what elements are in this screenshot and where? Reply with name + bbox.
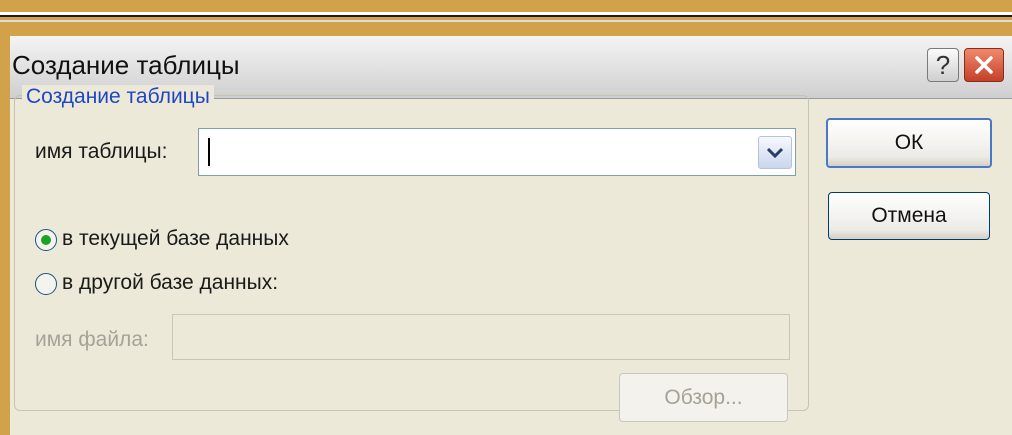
- file-name-label: имя файла:: [35, 328, 149, 351]
- radio-other-database[interactable]: [35, 273, 57, 295]
- table-name-label: имя таблицы:: [35, 140, 168, 163]
- close-icon: [975, 56, 993, 74]
- radio-other-database-label[interactable]: в другой базе данных:: [62, 271, 278, 295]
- cancel-button[interactable]: Отмена: [828, 192, 990, 240]
- browse-button[interactable]: Обзор...: [619, 373, 788, 422]
- file-name-input[interactable]: [172, 314, 790, 360]
- cancel-button-label: Отмена: [871, 204, 947, 227]
- radio-selected-dot: [41, 235, 51, 245]
- help-button[interactable]: ?: [927, 48, 959, 82]
- dropdown-button[interactable]: [758, 136, 792, 169]
- close-button[interactable]: [964, 48, 1004, 82]
- group-legend: Создание таблицы: [22, 85, 214, 109]
- browse-button-label: Обзор...: [664, 385, 743, 409]
- table-name-combobox[interactable]: [198, 128, 796, 176]
- ok-button-label: ОК: [894, 131, 924, 154]
- ok-button[interactable]: ОК: [826, 118, 992, 168]
- help-icon: ?: [935, 49, 951, 80]
- chevron-down-icon: [766, 147, 784, 159]
- text-caret: [208, 138, 210, 166]
- radio-current-database-label[interactable]: в текущей базе данных: [62, 227, 289, 251]
- radio-current-database[interactable]: [35, 229, 57, 251]
- top-rule-secondary: [0, 20, 1012, 22]
- window-title: Создание таблицы: [12, 50, 240, 80]
- top-rule: [0, 12, 1012, 17]
